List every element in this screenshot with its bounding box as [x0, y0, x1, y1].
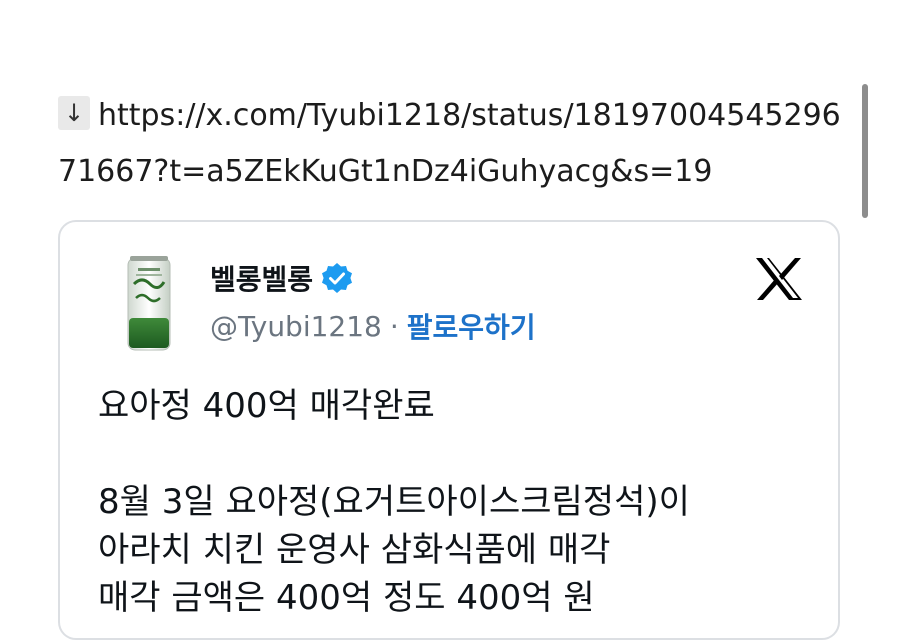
verified-badge-icon — [322, 263, 353, 293]
tweet-text: 요아정 400억 매각완료 8월 3일 요아정(요거트아이스크림정석)이 아라치… — [98, 382, 818, 622]
link-url[interactable]: https://x.com/Tyubi1218/status/181970045… — [58, 98, 841, 189]
download-arrow-icon: ↓ — [58, 96, 90, 130]
shared-link[interactable]: ↓ https://x.com/Tyubi1218/status/18197004… — [58, 88, 848, 200]
tweet-line: 매각 금액은 400억 정도 400억 원 — [98, 578, 595, 618]
author-display-name[interactable]: 벨롱벨롱 — [210, 258, 313, 298]
tweet-line: 8월 3일 요아정(요거트아이스크림정석)이 — [98, 482, 690, 522]
author-handle[interactable]: @Tyubi1218 — [210, 310, 382, 343]
follow-button[interactable]: 팔로우하기 — [407, 306, 536, 346]
separator-dot: · — [389, 309, 399, 343]
author-handle-row: @Tyubi1218 · 팔로우하기 — [210, 306, 536, 346]
tweet-line: 요아정 400억 매각완료 — [98, 386, 435, 426]
author-name-row[interactable]: 벨롱벨롱 — [210, 258, 353, 298]
scrollbar[interactable] — [862, 84, 868, 218]
drink-can-avatar[interactable] — [120, 254, 178, 354]
tweet-line: 아라치 치킨 운영사 삼화식품에 매각 — [98, 530, 611, 570]
x-logo-icon[interactable] — [754, 256, 804, 302]
tweet-embed-card[interactable]: 벨롱벨롱 @Tyubi1218 · 팔로우하기 요아정 400억 매각완료 8월… — [58, 220, 840, 640]
